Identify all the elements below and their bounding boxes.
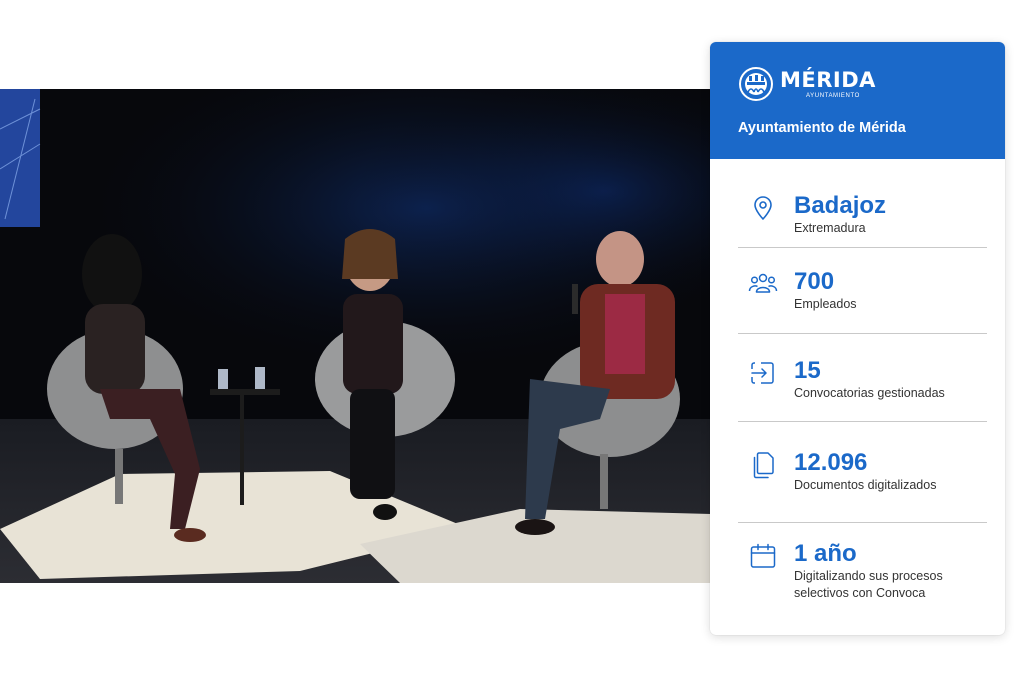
stat-value: Badajoz [794, 192, 887, 219]
stat-label: Digitalizando sus procesos selectivos co… [794, 569, 943, 601]
location-pin-icon [738, 193, 794, 223]
documents-icon [738, 450, 794, 480]
logo-name: MÉRIDA [780, 67, 876, 92]
stats-list: Badajoz Extremadura 700 Empleados 15 Con… [710, 159, 1005, 633]
login-arrow-icon [738, 358, 794, 388]
stat-label: Empleados [794, 297, 857, 312]
stat-value: 12.096 [794, 449, 868, 476]
stat-documents: 12.096 Documentos digitalizados [738, 422, 987, 523]
card-title: Ayuntamiento de Mérida [738, 120, 906, 136]
stat-label: Documentos digitalizados [794, 478, 937, 493]
organization-card: MÉRIDA AYUNTAMIENTO Ayuntamiento de Méri… [710, 42, 1005, 635]
users-group-icon [738, 269, 794, 299]
calendar-icon [738, 541, 794, 571]
stat-duration: 1 año Digitalizando sus procesos selecti… [738, 523, 987, 633]
stat-location: Badajoz Extremadura [738, 159, 987, 248]
photo-illustration [0, 89, 711, 583]
stat-value: 700 [794, 268, 835, 295]
logo-subtitle: AYUNTAMIENTO [806, 92, 860, 99]
card-header: MÉRIDA AYUNTAMIENTO Ayuntamiento de Méri… [710, 42, 1005, 159]
stat-label: Extremadura [794, 221, 866, 236]
stat-employees: 700 Empleados [738, 248, 987, 334]
stat-value: 15 [794, 357, 821, 384]
stat-convocatorias: 15 Convocatorias gestionadas [738, 334, 987, 422]
stat-value: 1 año [794, 540, 857, 567]
merida-logo: MÉRIDA AYUNTAMIENTO [738, 64, 1005, 104]
stage-discussion-photo [0, 89, 711, 583]
stat-label: Convocatorias gestionadas [794, 386, 945, 401]
merida-logo-mark [739, 67, 773, 101]
